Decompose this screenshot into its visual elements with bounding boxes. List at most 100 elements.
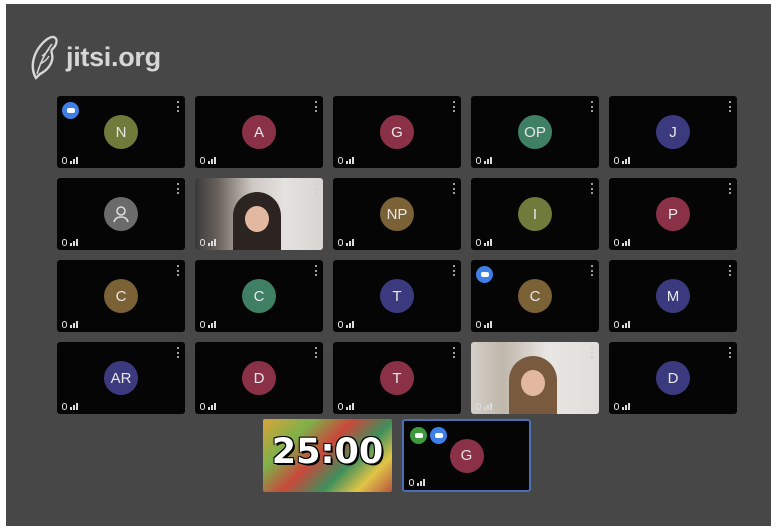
signal-icon [70, 239, 78, 246]
jitsi-logo: jitsi.org [28, 34, 161, 80]
signal-icon [346, 403, 354, 410]
tile-menu-icon[interactable] [590, 101, 593, 112]
tile-menu-icon[interactable] [176, 347, 179, 358]
participant-tile[interactable]: T [333, 260, 461, 332]
participant-status [614, 239, 630, 246]
mic-icon [614, 321, 619, 328]
participant-avatar: T [380, 361, 414, 395]
participant-tile[interactable]: G [333, 96, 461, 168]
person-icon [113, 206, 129, 223]
participant-tile[interactable]: OP [471, 96, 599, 168]
tile-menu-icon[interactable] [728, 183, 731, 194]
tile-menu-icon[interactable] [176, 265, 179, 276]
tile-menu-icon[interactable] [452, 183, 455, 194]
tile-menu-icon[interactable] [314, 183, 317, 194]
tile-menu-icon[interactable] [728, 265, 731, 276]
participant-tile[interactable]: J [609, 96, 737, 168]
tile-menu-icon[interactable] [452, 347, 455, 358]
tile-menu-icon[interactable] [314, 347, 317, 358]
mic-icon [338, 239, 343, 246]
participant-tile[interactable] [471, 342, 599, 414]
mic-icon [476, 239, 481, 246]
mic-icon [614, 403, 619, 410]
participant-status [200, 157, 216, 164]
participant-avatar: I [518, 197, 552, 231]
tile-menu-icon[interactable] [590, 265, 593, 276]
participant-status [476, 239, 492, 246]
participant-status [338, 321, 354, 328]
participant-status [338, 157, 354, 164]
participant-status [62, 157, 78, 164]
participant-tile[interactable]: D [195, 342, 323, 414]
participant-tile[interactable]: N [57, 96, 185, 168]
signal-icon [208, 239, 216, 246]
tile-menu-icon[interactable] [314, 101, 317, 112]
participant-avatar: OP [518, 115, 552, 149]
green-indicator-icon [410, 427, 427, 444]
participant-tile[interactable] [57, 178, 185, 250]
participant-tile[interactable]: T [333, 342, 461, 414]
participant-avatar: G [380, 115, 414, 149]
participant-avatar: D [242, 361, 276, 395]
participant-tile[interactable]: P [609, 178, 737, 250]
tile-menu-icon[interactable] [176, 101, 179, 112]
tile-menu-icon[interactable] [728, 347, 731, 358]
signal-icon [346, 321, 354, 328]
participant-status [62, 403, 78, 410]
conference-stage: jitsi.org N A G OP J NP I P C C T C M AR D T D 25:00 G [6, 4, 771, 526]
default-avatar [104, 197, 138, 231]
mic-icon [62, 239, 67, 246]
participant-status [200, 239, 216, 246]
participant-tile[interactable]: AR [57, 342, 185, 414]
participant-tile[interactable]: C [57, 260, 185, 332]
mic-icon [338, 321, 343, 328]
participant-avatar: D [656, 361, 690, 395]
signal-icon [346, 157, 354, 164]
participant-avatar: A [242, 115, 276, 149]
participant-status [338, 239, 354, 246]
mic-icon [614, 239, 619, 246]
signal-icon [484, 157, 492, 164]
tile-menu-icon[interactable] [176, 183, 179, 194]
participant-status [200, 403, 216, 410]
mic-icon [338, 157, 343, 164]
signal-icon [208, 321, 216, 328]
participant-tile[interactable]: NP [333, 178, 461, 250]
signal-icon [622, 403, 630, 410]
participant-avatar: AR [104, 361, 138, 395]
self-view-tile[interactable]: G [402, 419, 531, 492]
mic-icon [62, 157, 67, 164]
tile-menu-icon[interactable] [590, 347, 593, 358]
timer-tile[interactable]: 25:00 [263, 419, 392, 492]
tile-menu-icon[interactable] [452, 265, 455, 276]
participant-status [476, 321, 492, 328]
participant-avatar: T [380, 279, 414, 313]
participant-tile[interactable]: M [609, 260, 737, 332]
participant-tile[interactable]: C [471, 260, 599, 332]
participant-tile[interactable]: C [195, 260, 323, 332]
signal-icon [622, 239, 630, 246]
participant-tile[interactable] [195, 178, 323, 250]
signal-icon [346, 239, 354, 246]
participant-tile[interactable]: I [471, 178, 599, 250]
participant-tile[interactable]: D [609, 342, 737, 414]
participant-tile[interactable]: A [195, 96, 323, 168]
tile-menu-icon[interactable] [728, 101, 731, 112]
tile-menu-icon[interactable] [314, 265, 317, 276]
signal-icon [208, 403, 216, 410]
tile-menu-icon[interactable] [590, 183, 593, 194]
participant-avatar: NP [380, 197, 414, 231]
participant-status [476, 403, 492, 410]
participant-video [509, 356, 558, 414]
participant-video [233, 192, 282, 250]
participant-grid: N A G OP J NP I P C C T C M AR D T D [57, 96, 737, 414]
signal-icon [622, 321, 630, 328]
mic-icon [614, 157, 619, 164]
mic-icon [338, 403, 343, 410]
signal-icon [622, 157, 630, 164]
timer-text: 25:00 [271, 432, 384, 472]
tile-menu-icon[interactable] [452, 101, 455, 112]
mic-icon [476, 321, 481, 328]
self-status-bar [409, 479, 425, 486]
signal-icon [70, 321, 78, 328]
